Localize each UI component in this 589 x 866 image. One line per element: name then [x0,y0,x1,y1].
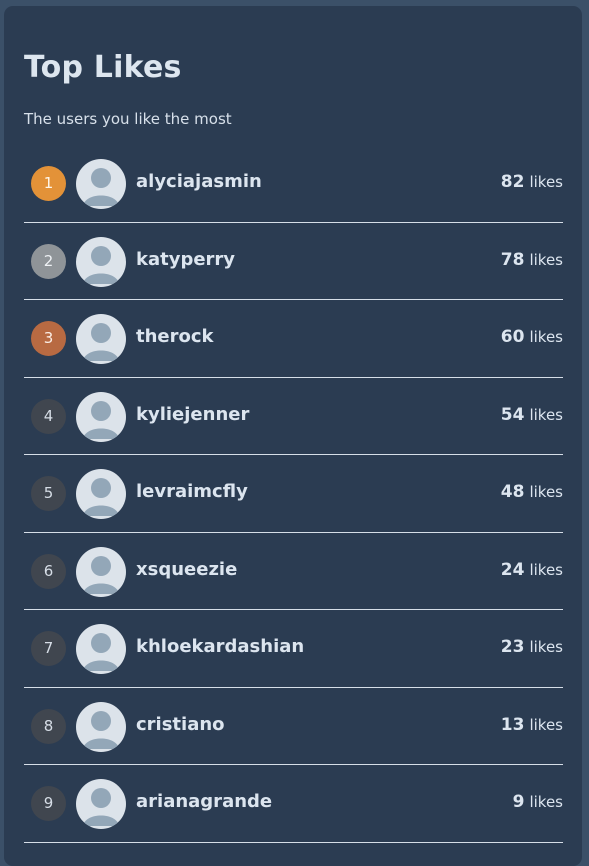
likes-unit: likes [529,715,563,734]
username[interactable]: xsqueezie [136,557,237,583]
likes-count: 60 likes [501,324,563,350]
likes-number: 13 [500,714,525,735]
username[interactable]: khloekardashian [136,634,304,660]
rank-badge: 7 [31,631,66,666]
list-item[interactable]: 9 arianagrande 9 likes [24,765,563,843]
likes-count: 13 likes [501,712,563,738]
page-title: Top Likes [24,50,182,85]
username[interactable]: alyciajasmin [136,169,262,195]
likes-count: 54 likes [501,402,563,428]
user-avatar-icon[interactable] [76,391,126,442]
list-item[interactable]: 4 kyliejenner 54 likes [24,378,563,455]
username[interactable]: katyperry [136,247,235,273]
list-item[interactable]: 5 levraimcfly 48 likes [24,455,563,533]
list-item[interactable]: 6 xsqueezie 24 likes [24,533,563,610]
likes-count: 9 likes [513,789,563,815]
rank-badge: 2 [31,243,66,279]
username[interactable]: arianagrande [136,789,272,815]
likes-count: 48 likes [501,479,563,505]
rank-badge: 1 [31,166,66,201]
likes-unit: likes [529,405,563,424]
top-users-list: 1 alyciajasmin 82 likes 2 katyperry 78 lik… [24,145,563,843]
list-item[interactable]: 1 alyciajasmin 82 likes [24,145,563,223]
rank-badge: 4 [31,398,66,434]
page-subtitle: The users you like the most [24,110,232,128]
likes-unit: likes [529,328,563,346]
rank-badge: 6 [31,553,66,589]
user-avatar-icon[interactable] [76,314,126,364]
list-item[interactable]: 7 khloekardashian 23 likes [24,610,563,688]
likes-number: 23 [500,637,525,657]
likes-unit: likes [529,793,563,811]
likes-unit: likes [529,638,563,656]
username[interactable]: cristiano [136,712,225,738]
likes-number: 60 [500,327,525,347]
user-avatar-icon[interactable] [76,779,126,829]
user-avatar-icon[interactable] [76,159,126,209]
likes-number: 24 [500,559,525,580]
list-item[interactable]: 2 katyperry 78 likes [24,223,563,300]
rank-badge: 3 [31,321,66,356]
user-avatar-icon[interactable] [76,469,126,519]
likes-count: 78 likes [501,247,563,273]
likes-count: 23 likes [501,634,563,660]
user-avatar-icon[interactable] [76,701,126,752]
likes-unit: likes [529,173,563,191]
user-avatar-icon[interactable] [76,624,126,674]
likes-number: 54 [500,404,525,425]
likes-number: 82 [500,172,525,192]
username[interactable]: therock [136,324,214,350]
likes-count: 24 likes [501,557,563,583]
likes-unit: likes [529,250,563,269]
likes-number: 48 [500,482,525,502]
rank-badge: 9 [31,786,66,821]
top-likes-card: Top Likes The users you like the most 1 … [4,6,582,866]
list-item[interactable]: 3 therock 60 likes [24,300,563,378]
likes-unit: likes [529,560,563,579]
list-item[interactable]: 8 cristiano 13 likes [24,688,563,765]
user-avatar-icon[interactable] [76,546,126,597]
likes-count: 82 likes [501,169,563,195]
user-avatar-icon[interactable] [76,236,126,287]
rank-badge: 8 [31,708,66,744]
username[interactable]: levraimcfly [136,479,248,505]
username[interactable]: kyliejenner [136,402,249,428]
likes-unit: likes [529,483,563,501]
likes-number: 9 [512,792,525,812]
likes-number: 78 [500,249,525,270]
rank-badge: 5 [31,476,66,511]
